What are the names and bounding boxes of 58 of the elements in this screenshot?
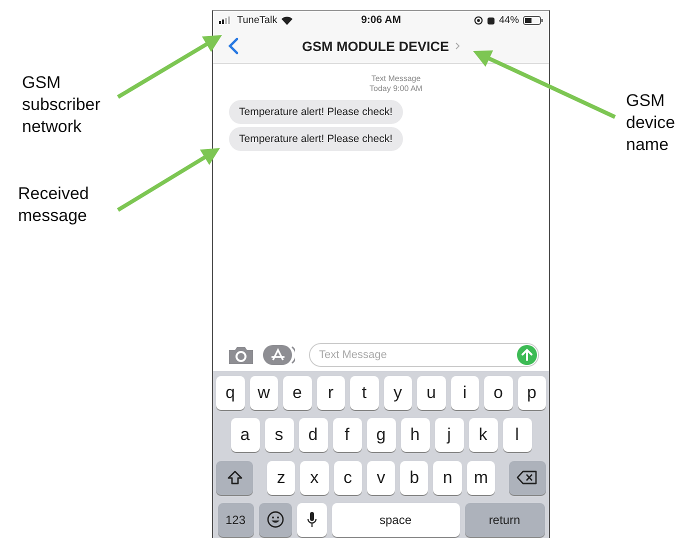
letter-key[interactable]: q — [216, 376, 244, 410]
letter-key[interactable]: j — [434, 418, 464, 452]
back-icon[interactable] — [228, 37, 239, 55]
message-bubble: Temperature alert! Please check! — [229, 127, 402, 151]
letter-key[interactable]: d — [298, 418, 328, 452]
letter-key[interactable]: n — [433, 460, 462, 495]
letter-key[interactable]: r — [316, 376, 345, 410]
space-key[interactable]: space — [332, 502, 460, 537]
letter-key[interactable]: u — [417, 376, 446, 410]
letter-key[interactable]: w — [250, 376, 278, 410]
message-input-field[interactable]: Text Message — [309, 343, 539, 367]
shift-key[interactable] — [216, 460, 254, 495]
letter-key[interactable]: z — [266, 460, 296, 495]
camera-icon[interactable] — [227, 345, 255, 365]
letter-key[interactable]: e — [283, 376, 312, 410]
alarm-icon — [486, 16, 495, 24]
app-store-icon[interactable] — [263, 344, 295, 366]
chevron-right-icon[interactable] — [455, 42, 460, 50]
battery-percentage: 44% — [498, 14, 519, 26]
letter-key[interactable]: y — [384, 376, 412, 410]
shift-icon — [226, 470, 243, 486]
emoji-key[interactable] — [258, 502, 292, 537]
letter-key[interactable]: c — [334, 460, 362, 495]
microphone-icon — [306, 511, 316, 528]
message-timestamp: Text Message Today 9:00 AM — [370, 74, 422, 94]
letter-key[interactable]: v — [366, 460, 396, 495]
rotation-lock-icon — [474, 16, 483, 24]
annotation-label: GSM subscriber network — [22, 72, 100, 138]
letter-key[interactable]: s — [264, 418, 294, 452]
return-key[interactable]: return — [464, 502, 544, 537]
send-icon[interactable] — [517, 345, 537, 365]
letter-key[interactable]: x — [300, 460, 329, 495]
letter-key[interactable]: p — [518, 376, 546, 410]
letter-key[interactable]: h — [400, 418, 430, 452]
letter-key[interactable]: f — [332, 418, 362, 452]
letter-key[interactable]: m — [466, 460, 496, 495]
letter-key[interactable]: k — [468, 418, 498, 452]
letter-key[interactable]: l — [502, 418, 532, 452]
delete-icon — [516, 470, 538, 486]
letter-key[interactable]: o — [484, 376, 512, 410]
carrier-name: TuneTalk — [237, 14, 278, 26]
message-bubble: Temperature alert! Please check! — [229, 100, 402, 124]
contact-name[interactable]: GSM MODULE DEVICE — [302, 38, 449, 54]
emoji-icon — [266, 511, 284, 528]
delete-key[interactable] — [508, 460, 546, 495]
letter-key[interactable]: g — [366, 418, 396, 452]
status-time: 9:06 AM — [361, 14, 401, 26]
signal-icon — [219, 16, 233, 24]
letter-key[interactable]: b — [400, 460, 428, 495]
letter-key[interactable]: a — [230, 418, 260, 452]
annotation-label: GSM device name — [626, 90, 676, 156]
letter-key[interactable]: t — [350, 376, 378, 410]
wifi-icon — [281, 16, 294, 24]
numbers-key[interactable]: 123 — [218, 502, 254, 537]
microphone-key[interactable] — [296, 502, 326, 537]
battery-icon — [523, 16, 543, 24]
letter-key[interactable]: i — [450, 376, 479, 410]
annotation-label: Received message — [18, 183, 89, 227]
